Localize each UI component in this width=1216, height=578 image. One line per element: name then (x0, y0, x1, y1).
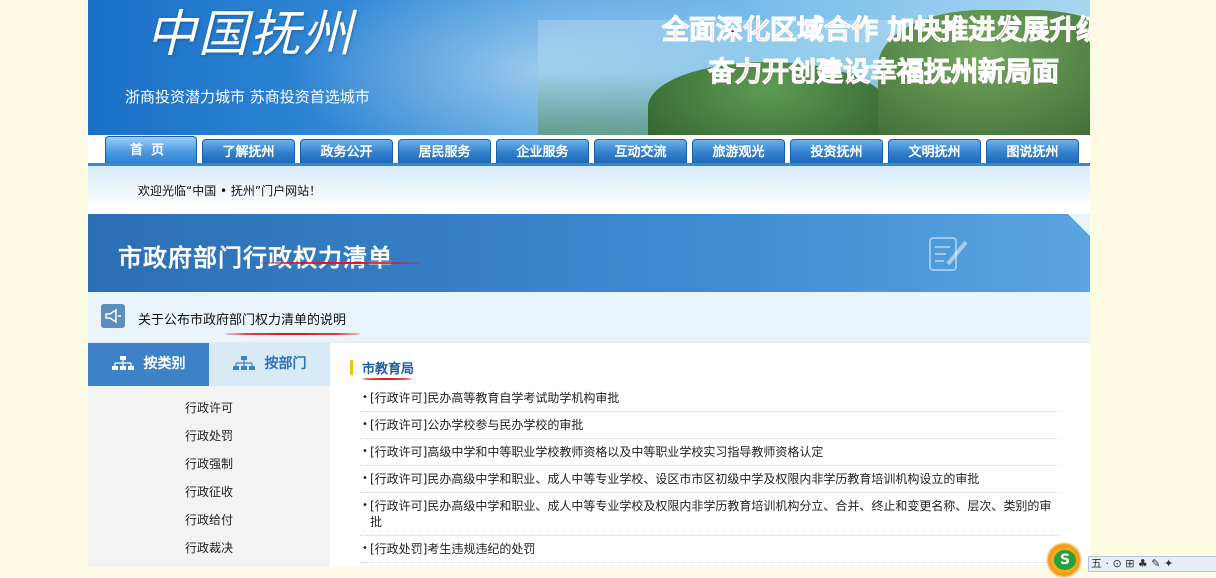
tab-by-department-label: 按部门 (264, 356, 307, 372)
category-item-license[interactable]: 行政许可 (88, 394, 330, 422)
banner-slogan-line-1: 全面深化区域合作 加快推进发展升级 (661, 15, 1090, 47)
document-pencil-icon (929, 237, 968, 271)
nav-tab-resident-services[interactable]: 居民服务 (398, 139, 491, 165)
page: 中国抚州 浙商投资潜力城市 苏商投资首选城市 全面深化区域合作 加快推进发展升级… (88, 0, 1090, 567)
input-method-icon[interactable]: S (1054, 550, 1076, 570)
nav-tab-list: 首页 了解抚州 政务公开 居民服务 企业服务 互动交流 旅游观光 投资抚州 文明… (105, 136, 1084, 165)
power-item-list: [行政许可]民办高等教育自学考试助学机构审批 [行政许可]公办学校参与民办学校的… (360, 385, 1060, 563)
list-item[interactable]: [行政许可]高级中学和中等职业学校教师资格以及中等职业学校实习指导教师资格认定 (360, 439, 1060, 466)
megaphone-icon (101, 304, 125, 328)
department-heading: 市教育局 (350, 355, 1070, 381)
welcome-bar: 欢迎光临“中国 • 抚州”门户网站！ (88, 166, 1090, 215)
sidebar-tabs: 按类别 按部门 (88, 343, 330, 386)
site-logo[interactable]: 中国抚州 (146, 0, 354, 66)
corner-fold (1068, 214, 1090, 236)
power-list-notice-link[interactable]: 关于公布市政府部门权力清单的说明 (138, 309, 346, 328)
ime-toolbar: S 五 · ⊙ ⊞ ♣ ✎ ✦ (1040, 540, 1216, 578)
tab-by-department[interactable]: 按部门 (209, 343, 330, 386)
hierarchy-icon (111, 356, 134, 370)
nav-tab-business-services[interactable]: 企业服务 (496, 139, 589, 165)
sidebar: 按类别 按部门 行政许可 行政处罚 行政强制 行政征收 行政给付 行政裁决 (88, 343, 330, 567)
annotation-underline-notice (226, 333, 360, 335)
nav-tab-photos[interactable]: 图说抚州 (986, 139, 1079, 165)
nav-tab-civilization[interactable]: 文明抚州 (888, 139, 981, 165)
power-list-content: 市教育局 [行政许可]民办高等教育自学考试助学机构审批 [行政许可]公办学校参与… (350, 355, 1070, 563)
list-item[interactable]: [行政许可]民办高级中学和职业、成人中等专业学校、设区市市区初级中学及权限内非学… (360, 466, 1060, 493)
list-item[interactable]: [行政许可]公办学校参与民办学校的审批 (360, 412, 1060, 439)
nav-tab-interaction[interactable]: 互动交流 (594, 139, 687, 165)
nav-tab-tourism[interactable]: 旅游观光 (692, 139, 785, 165)
nav-tab-invest[interactable]: 投资抚州 (790, 139, 883, 165)
list-item[interactable]: [行政处罚]考生违规违纪的处罚 (360, 536, 1060, 563)
main-navigation: 首页 了解抚州 政务公开 居民服务 企业服务 互动交流 旅游观光 投资抚州 文明… (88, 135, 1090, 166)
nav-tab-about[interactable]: 了解抚州 (202, 139, 295, 165)
annotation-underline-title (260, 262, 420, 264)
department-name[interactable]: 市教育局 (362, 358, 414, 377)
category-item-enforcement[interactable]: 行政强制 (88, 450, 330, 478)
ime-status-strip[interactable]: 五 · ⊙ ⊞ ♣ ✎ ✦ (1088, 556, 1216, 572)
category-list: 行政许可 行政处罚 行政强制 行政征收 行政给付 行政裁决 (88, 394, 330, 562)
annotation-underline-department (362, 378, 412, 380)
list-item[interactable]: [行政许可]民办高等教育自学考试助学机构审批 (360, 385, 1060, 412)
tab-by-category[interactable]: 按类别 (88, 343, 209, 386)
site-tagline: 浙商投资潜力城市 苏商投资首选城市 (125, 88, 370, 106)
category-item-penalty[interactable]: 行政处罚 (88, 422, 330, 450)
nav-tab-home[interactable]: 首页 (105, 136, 197, 165)
category-item-benefit[interactable]: 行政给付 (88, 506, 330, 534)
category-item-ruling[interactable]: 行政裁决 (88, 534, 330, 562)
welcome-message: 欢迎光临“中国 • 抚州”门户网站！ (138, 184, 322, 198)
site-banner: 中国抚州 浙商投资潜力城市 苏商投资首选城市 全面深化区域合作 加快推进发展升级… (88, 0, 1090, 135)
category-item-levy[interactable]: 行政征收 (88, 478, 330, 506)
section-header: 市政府部门行政权力清单 (88, 214, 1090, 292)
hierarchy-icon (232, 356, 255, 370)
department-marker (350, 360, 353, 375)
banner-slogan-line-2: 奋力开创建设幸福抚州新局面 (708, 57, 1060, 89)
nav-tab-government[interactable]: 政务公开 (300, 139, 393, 165)
list-item[interactable]: [行政许可]民办高级中学和职业、成人中等专业学校及权限内非学历教育培训机构分立、… (360, 493, 1060, 536)
tab-by-category-label: 按类别 (143, 356, 186, 372)
notice-bar: 关于公布市政府部门权力清单的说明 (88, 292, 1090, 343)
page-title: 市政府部门行政权力清单 (118, 243, 393, 272)
